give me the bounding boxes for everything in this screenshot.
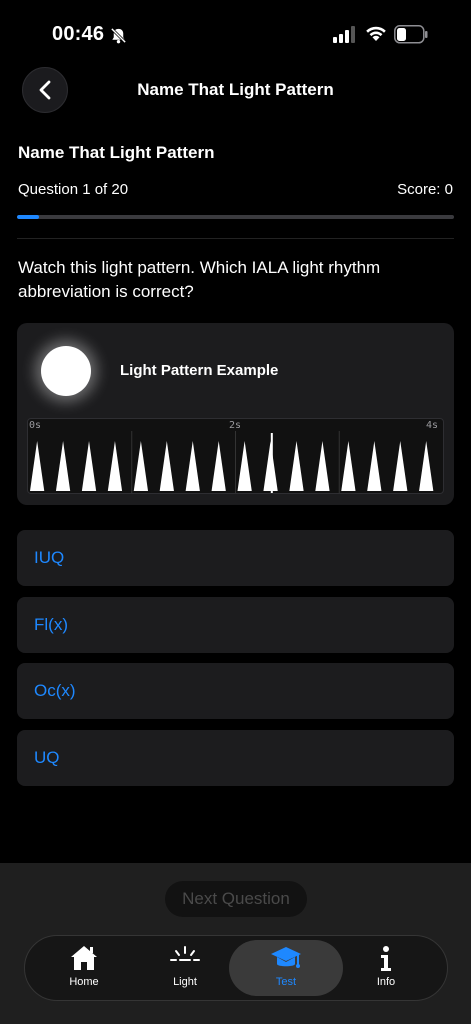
info-icon bbox=[381, 946, 391, 971]
flash-mark bbox=[81, 441, 97, 491]
tick-label-end: 4s bbox=[426, 420, 439, 431]
tab-info[interactable]: Info bbox=[331, 937, 441, 997]
flash-mark bbox=[367, 441, 382, 491]
question-counter: Question 1 of 20 bbox=[18, 181, 129, 198]
flash-mark bbox=[263, 441, 278, 491]
answer-label: Fl(x) bbox=[34, 615, 68, 634]
flash-mark bbox=[133, 441, 149, 491]
tab-home-label: Home bbox=[69, 976, 99, 988]
flash-mark bbox=[341, 441, 356, 491]
flash-mark bbox=[237, 441, 252, 491]
graduation-cap-icon bbox=[271, 947, 301, 968]
light-indicator bbox=[41, 346, 91, 396]
status-time: 00:46 bbox=[52, 23, 105, 45]
answer-label: Oc(x) bbox=[34, 681, 76, 700]
question-text: Watch this light pattern. Which IALA lig… bbox=[18, 258, 381, 301]
battery-icon bbox=[394, 25, 428, 44]
tab-light-label: Light bbox=[173, 976, 197, 988]
flash-mark bbox=[211, 441, 226, 491]
flash-mark bbox=[289, 441, 304, 491]
flash-mark bbox=[393, 441, 408, 491]
light-rays-icon bbox=[170, 946, 200, 961]
bell-slash-icon bbox=[110, 27, 127, 44]
flash-mark bbox=[185, 441, 200, 491]
answer-option-4[interactable]: UQ bbox=[17, 730, 454, 786]
nav-title: Name That Light Pattern bbox=[137, 80, 334, 99]
status-bar: 00:46 bbox=[0, 0, 471, 64]
pattern-title: Light Pattern Example bbox=[120, 362, 279, 379]
tick-label-start: 0s bbox=[29, 420, 42, 431]
flash-mark bbox=[55, 441, 71, 491]
tab-test[interactable]: Test bbox=[231, 937, 341, 997]
tab-test-label: Test bbox=[275, 976, 297, 988]
answer-label: UQ bbox=[34, 748, 60, 767]
answer-option-3[interactable]: Oc(x) bbox=[17, 663, 454, 719]
tab-info-label: Info bbox=[376, 976, 396, 988]
cellular-signal-icon bbox=[333, 26, 355, 43]
flash-mark bbox=[30, 441, 45, 491]
flash-mark bbox=[159, 441, 174, 491]
tick-label-mid: 2s bbox=[229, 420, 242, 431]
progress-fill bbox=[17, 215, 39, 219]
flash-mark bbox=[107, 441, 123, 491]
quiz-title: Name That Light Pattern bbox=[18, 143, 215, 162]
next-question-button[interactable]: Next Question bbox=[165, 881, 307, 917]
wifi-icon bbox=[366, 26, 386, 41]
flash-mark bbox=[315, 441, 330, 491]
progress-bar bbox=[17, 215, 454, 219]
tab-light[interactable]: Light bbox=[130, 937, 240, 997]
answer-option-1[interactable]: IUQ bbox=[17, 530, 454, 586]
screen: 00:46 Name That Light Pattern Name That … bbox=[0, 0, 471, 1024]
score-label: Score: 0 bbox=[397, 181, 453, 198]
flash-mark bbox=[419, 441, 434, 491]
house-icon bbox=[71, 946, 97, 970]
divider bbox=[17, 238, 454, 239]
tab-home[interactable]: Home bbox=[29, 937, 139, 997]
answer-option-2[interactable]: Fl(x) bbox=[17, 597, 454, 653]
answer-label: IUQ bbox=[34, 548, 65, 567]
